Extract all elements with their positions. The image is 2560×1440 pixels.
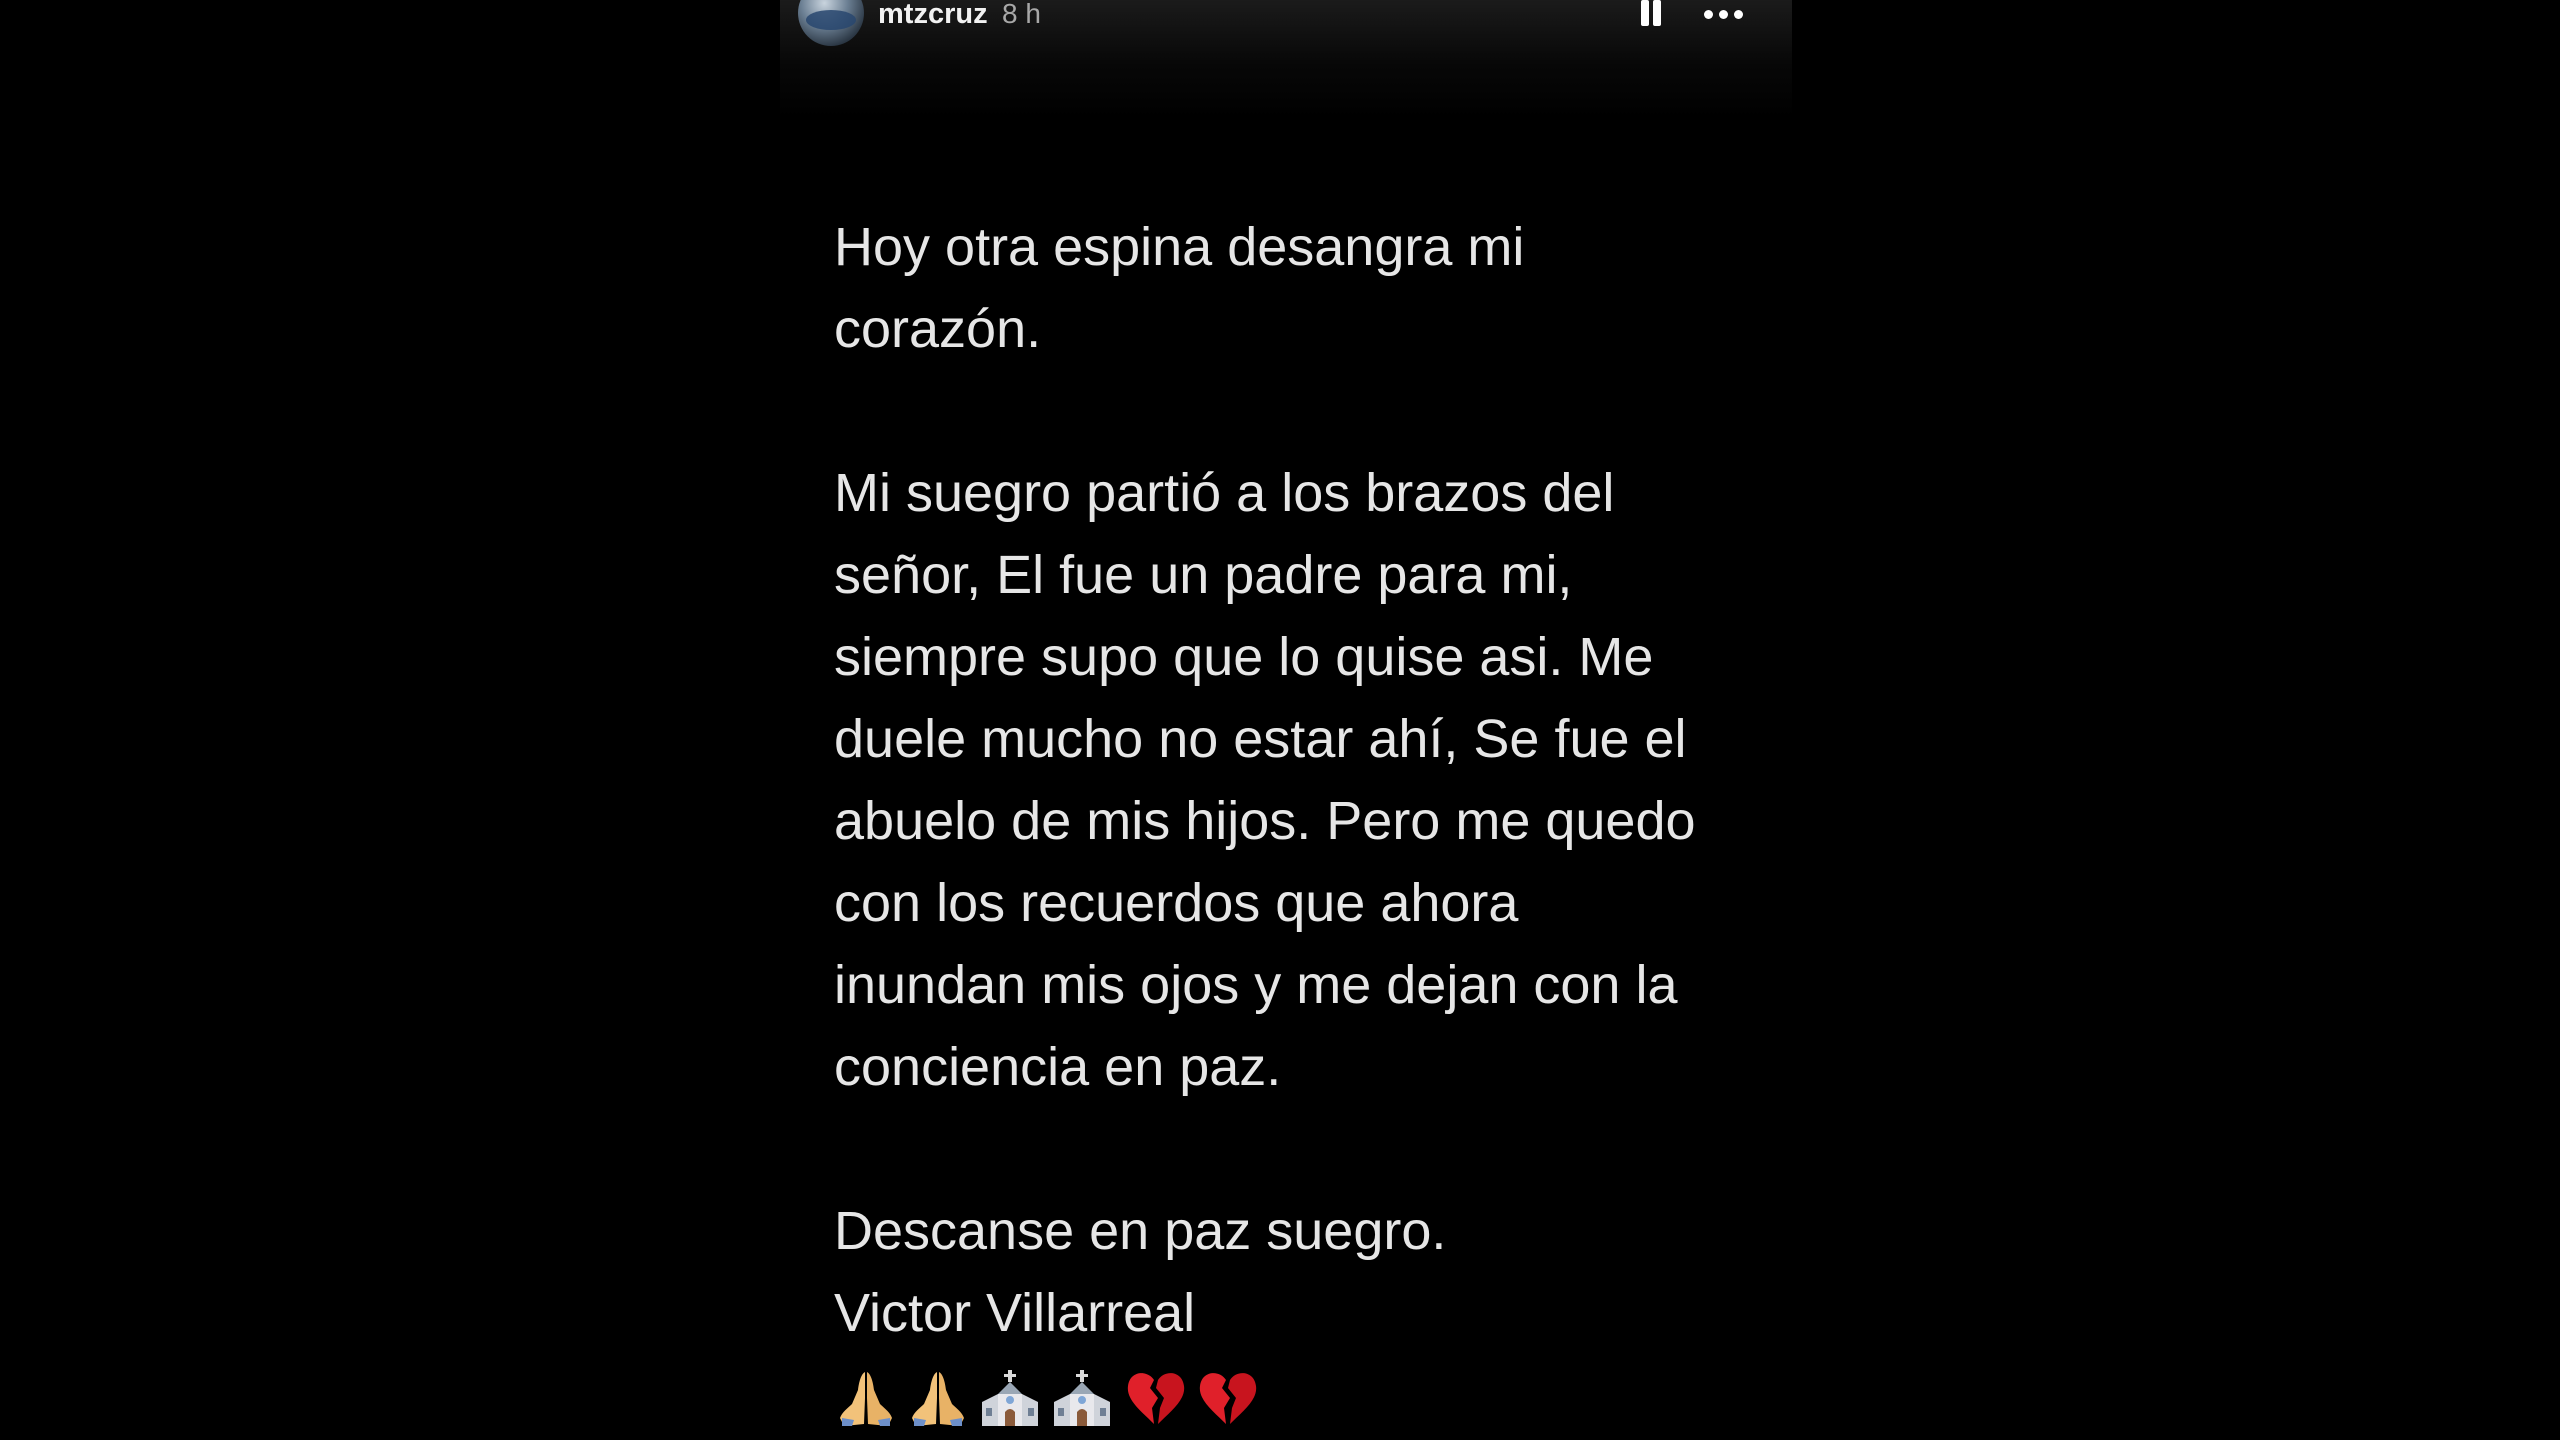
- church-icon: [978, 1368, 1042, 1428]
- viewer-background: mtzcruz 8 h Hoy otra espina desangra mi …: [0, 0, 2560, 1440]
- story-line: conciencia en paz.: [834, 1037, 1282, 1097]
- more-options-button[interactable]: [1698, 0, 1750, 34]
- story-line: Mi suegro partió a los brazos del: [834, 463, 1615, 523]
- pause-button[interactable]: [1632, 0, 1668, 34]
- story-line: señor, El fue un padre para mi,: [834, 545, 1573, 605]
- story-line: corazón.: [834, 299, 1042, 359]
- story-line: Hoy otra espina desangra mi: [834, 217, 1525, 277]
- story-line: abuelo de mis hijos. Pero me quedo: [834, 791, 1696, 851]
- instagram-story[interactable]: mtzcruz 8 h Hoy otra espina desangra mi …: [780, 0, 1792, 1440]
- story-paragraph: Hoy otra espina desangra mi corazón.: [834, 206, 1774, 370]
- story-line: con los recuerdos que ahora: [834, 873, 1519, 933]
- story-paragraph: Mi suegro partió a los brazos del señor,…: [834, 452, 1774, 1108]
- broken-heart-icon: [1124, 1368, 1188, 1428]
- username[interactable]: mtzcruz: [878, 0, 988, 32]
- story-line: inundan mis ojos y me dejan con la: [834, 955, 1678, 1015]
- church-icon: [1050, 1368, 1114, 1428]
- story-paragraph: Descanse en paz suegro. Victor Villarrea…: [834, 1190, 1774, 1354]
- emoji-row: [834, 1354, 1774, 1436]
- story-line: Victor Villarreal: [834, 1283, 1196, 1343]
- story-timestamp: 8 h: [1002, 0, 1041, 29]
- story-line: Descanse en paz suegro.: [834, 1201, 1447, 1261]
- praying-hands-icon: [906, 1368, 970, 1428]
- avatar[interactable]: [798, 0, 864, 46]
- story-line: siempre supo que lo quise asi. Me: [834, 627, 1654, 687]
- broken-heart-icon: [1196, 1368, 1260, 1428]
- story-text: Hoy otra espina desangra mi corazón. Mi …: [834, 206, 1774, 1436]
- praying-hands-icon: [834, 1368, 898, 1428]
- story-line: duele mucho no estar ahí, Se fue el: [834, 709, 1687, 769]
- story-header: mtzcruz 8 h: [780, 0, 1792, 118]
